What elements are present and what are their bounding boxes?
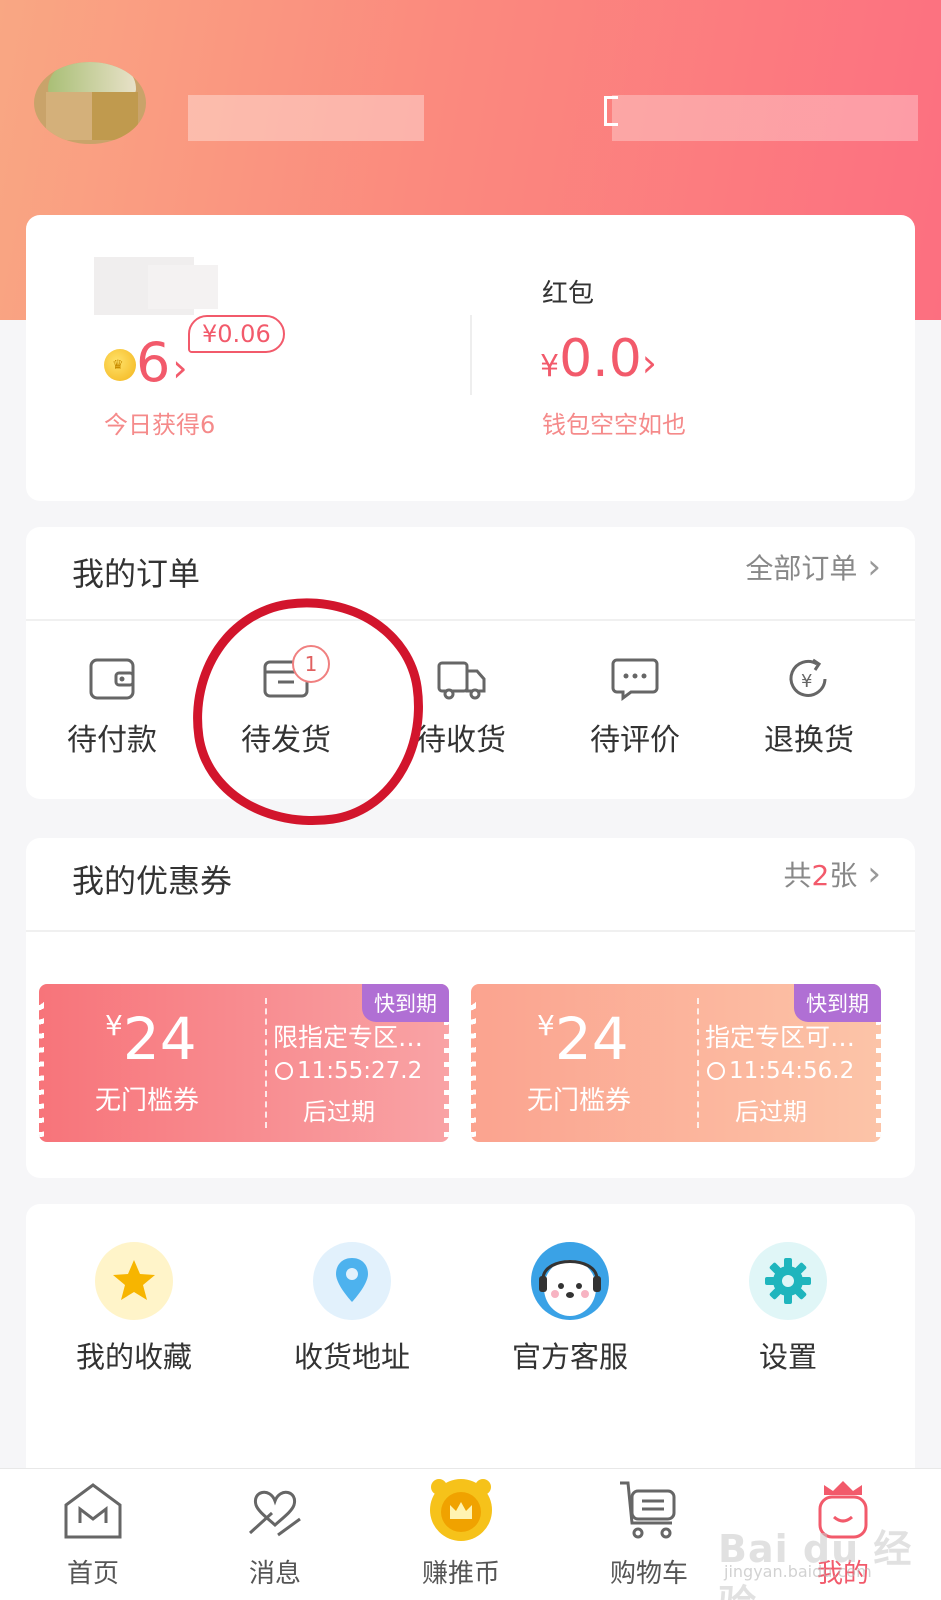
truck-icon — [437, 657, 486, 701]
coupon-timer: 11:55:27.2 — [275, 1058, 422, 1084]
coupon-type: 无门槛券 — [95, 1086, 200, 1116]
coupon-card[interactable]: ¥24 无门槛券 限指定专区… 11:55:27.2 后过期 快到期 — [39, 984, 449, 1142]
order-label: 退换货 — [764, 723, 854, 758]
tool-address[interactable]: 收货地址 — [272, 1242, 432, 1376]
divider — [26, 619, 915, 621]
avatar-mosaic — [46, 92, 92, 140]
order-pending-payment[interactable]: 待付款 — [32, 657, 192, 759]
expiring-soon-tag: 快到期 — [362, 984, 449, 1022]
tab-label: 消息 — [248, 1559, 301, 1589]
tab-earn-coins[interactable]: 赚推币 — [386, 1477, 536, 1590]
coin-balance[interactable]: 6› — [136, 333, 188, 398]
clock-icon — [275, 1062, 293, 1080]
customer-service-bear-icon — [531, 1242, 609, 1320]
svg-text:¥: ¥ — [801, 671, 812, 692]
chevron-right-icon: › — [867, 854, 881, 894]
tab-label: 首页 — [66, 1559, 119, 1589]
order-pending-review[interactable]: 待评价 — [555, 657, 715, 759]
phone-number-redacted — [612, 95, 918, 141]
watermark: Bai du 经验 — [718, 1527, 913, 1600]
coupon-card[interactable]: ¥24 无门槛券 指定专区可… 11:54:56.2 后过期 快到期 — [471, 984, 881, 1142]
yen-return-icon: ¥ — [785, 657, 833, 701]
expiring-soon-tag: 快到期 — [794, 984, 881, 1022]
tab-label: 购物车 — [609, 1559, 688, 1589]
hongbao-label: 红包 — [542, 279, 595, 309]
tab-messages[interactable]: 消息 — [200, 1477, 350, 1590]
gear-icon — [749, 1242, 827, 1320]
tab-cart[interactable]: 购物车 — [574, 1477, 724, 1590]
coin-today-text: 今日获得6 — [104, 411, 216, 439]
coupon-divider — [265, 998, 267, 1128]
tool-label: 设置 — [758, 1340, 817, 1374]
coupon-type: 无门槛券 — [527, 1086, 632, 1116]
coupon-description: 限指定专区… — [273, 1023, 424, 1052]
tool-label: 收货地址 — [293, 1340, 410, 1374]
tool-label: 官方客服 — [511, 1340, 628, 1374]
chat-bubble-icon — [611, 657, 659, 701]
tool-settings[interactable]: 设置 — [708, 1242, 868, 1376]
cart-icon — [616, 1477, 682, 1543]
tools-card: 我的收藏 收货地址 官方客服 设置 — [26, 1204, 915, 1504]
home-icon — [60, 1477, 126, 1543]
star-icon — [95, 1242, 173, 1320]
hongbao-balance[interactable]: ¥0.0› — [540, 329, 657, 397]
clock-icon — [707, 1062, 725, 1080]
message-heart-icon — [242, 1477, 308, 1543]
coupon-amount: ¥24 — [105, 1005, 197, 1073]
tool-label: 我的收藏 — [75, 1340, 192, 1374]
coupon-divider — [697, 998, 699, 1128]
coupon-timer: 11:54:56.2 — [707, 1058, 854, 1084]
tool-customer-service[interactable]: 官方客服 — [490, 1242, 650, 1376]
all-orders-link[interactable]: 全部订单 › — [745, 547, 881, 587]
coin-cash-badge: ¥0.06 — [188, 315, 285, 353]
coupons-card: 我的优惠券 共2张 › ¥24 无门槛券 限指定专区… 11:55:27.2 后过… — [26, 838, 915, 1178]
chevron-right-icon: › — [867, 547, 881, 587]
tool-favorites[interactable]: 我的收藏 — [54, 1242, 214, 1376]
divider — [26, 930, 915, 932]
avatar-mosaic — [92, 92, 138, 140]
coupons-count-link[interactable]: 共2张 › — [784, 854, 881, 894]
order-returns[interactable]: ¥ 退换货 — [729, 657, 889, 759]
crown-coin-icon: ♛ — [104, 349, 136, 381]
order-label: 待评价 — [590, 723, 680, 758]
coupon-expiry-text: 后过期 — [303, 1098, 375, 1126]
wallet-card: ♛ 6› ¥0.06 今日获得6 红包 ¥0.0› 钱包空空如也 — [26, 215, 915, 501]
avatar-image-leaf — [48, 62, 136, 96]
tab-label: 赚推币 — [421, 1559, 500, 1589]
coupons-title: 我的优惠券 — [72, 862, 233, 900]
coupon-edge — [39, 984, 44, 1142]
orders-title: 我的订单 — [72, 555, 201, 593]
watermark-url: jingyan.baidu.com — [724, 1562, 872, 1581]
coupon-edge — [471, 984, 476, 1142]
coupon-amount: ¥24 — [537, 1005, 629, 1073]
location-pin-icon — [313, 1242, 391, 1320]
username-redacted — [188, 95, 424, 141]
divider — [470, 315, 472, 395]
crown-coin-icon — [428, 1477, 494, 1543]
wallet-icon — [88, 657, 136, 701]
tab-home[interactable]: 首页 — [18, 1477, 168, 1590]
coin-label-redacted — [148, 265, 218, 309]
order-label: 待付款 — [67, 723, 157, 758]
coupon-description: 指定专区可… — [705, 1023, 856, 1052]
avatar[interactable] — [34, 62, 146, 144]
orders-card: 我的订单 全部订单 › 待付款 待发货 1 待收货 待评价 ¥ 退换货 — [26, 527, 915, 799]
coupon-expiry-text: 后过期 — [735, 1098, 807, 1126]
hongbao-empty-text: 钱包空空如也 — [542, 411, 686, 439]
